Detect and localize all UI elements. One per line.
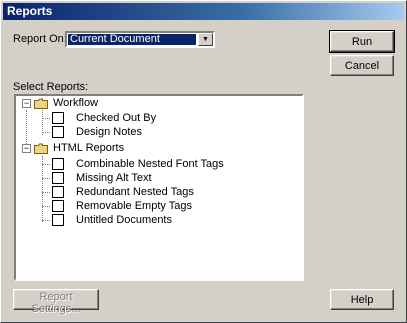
- group-label: HTML Reports: [53, 142, 125, 154]
- checkbox[interactable]: [52, 214, 64, 226]
- reports-dialog: Reports Report On: Current Document ▼ Se…: [0, 0, 407, 323]
- item-label: Checked Out By: [76, 112, 157, 124]
- reports-tree[interactable]: − Workflow Checked Out By Design Notes −…: [14, 94, 304, 281]
- checkbox[interactable]: [52, 112, 64, 124]
- tree-item-untitled-documents[interactable]: Untitled Documents: [16, 213, 302, 227]
- run-button[interactable]: Run: [329, 30, 395, 53]
- tree-group-workflow[interactable]: − Workflow: [16, 96, 302, 110]
- report-settings-button: Report Settings...: [13, 289, 99, 315]
- tree-item-missing-alt-text[interactable]: Missing Alt Text: [16, 171, 302, 185]
- minus-box-icon[interactable]: −: [22, 144, 31, 153]
- checkbox[interactable]: [52, 186, 64, 198]
- folder-icon: [34, 98, 48, 109]
- checkbox[interactable]: [52, 158, 64, 170]
- tree-item-combinable-nested-font-tags[interactable]: Combinable Nested Font Tags: [16, 157, 302, 171]
- item-label: Redundant Nested Tags: [76, 186, 194, 198]
- title-bar: Reports: [3, 3, 404, 20]
- window-title: Reports: [7, 4, 53, 18]
- cancel-button[interactable]: Cancel: [330, 55, 394, 76]
- item-label: Removable Empty Tags: [76, 200, 192, 212]
- item-label: Untitled Documents: [76, 214, 172, 226]
- checkbox[interactable]: [52, 172, 64, 184]
- minus-box-icon[interactable]: −: [22, 99, 31, 108]
- help-button[interactable]: Help: [330, 289, 394, 310]
- checkbox[interactable]: [52, 126, 64, 138]
- report-on-select[interactable]: Current Document ▼: [65, 31, 215, 48]
- item-label: Missing Alt Text: [76, 172, 152, 184]
- chevron-down-icon[interactable]: ▼: [198, 33, 213, 46]
- tree-item-checked-out-by[interactable]: Checked Out By: [16, 111, 302, 125]
- checkbox[interactable]: [52, 200, 64, 212]
- tree-group-html-reports[interactable]: − HTML Reports: [16, 141, 302, 155]
- select-reports-label: Select Reports:: [13, 81, 89, 93]
- tree-item-redundant-nested-tags[interactable]: Redundant Nested Tags: [16, 185, 302, 199]
- folder-icon: [34, 143, 48, 154]
- report-on-value: Current Document: [68, 34, 196, 45]
- group-label: Workflow: [53, 97, 99, 109]
- tree-item-design-notes[interactable]: Design Notes: [16, 125, 302, 139]
- item-label: Design Notes: [76, 126, 143, 138]
- item-label: Combinable Nested Font Tags: [76, 158, 224, 170]
- tree-item-removable-empty-tags[interactable]: Removable Empty Tags: [16, 199, 302, 213]
- report-on-label: Report On:: [13, 33, 67, 45]
